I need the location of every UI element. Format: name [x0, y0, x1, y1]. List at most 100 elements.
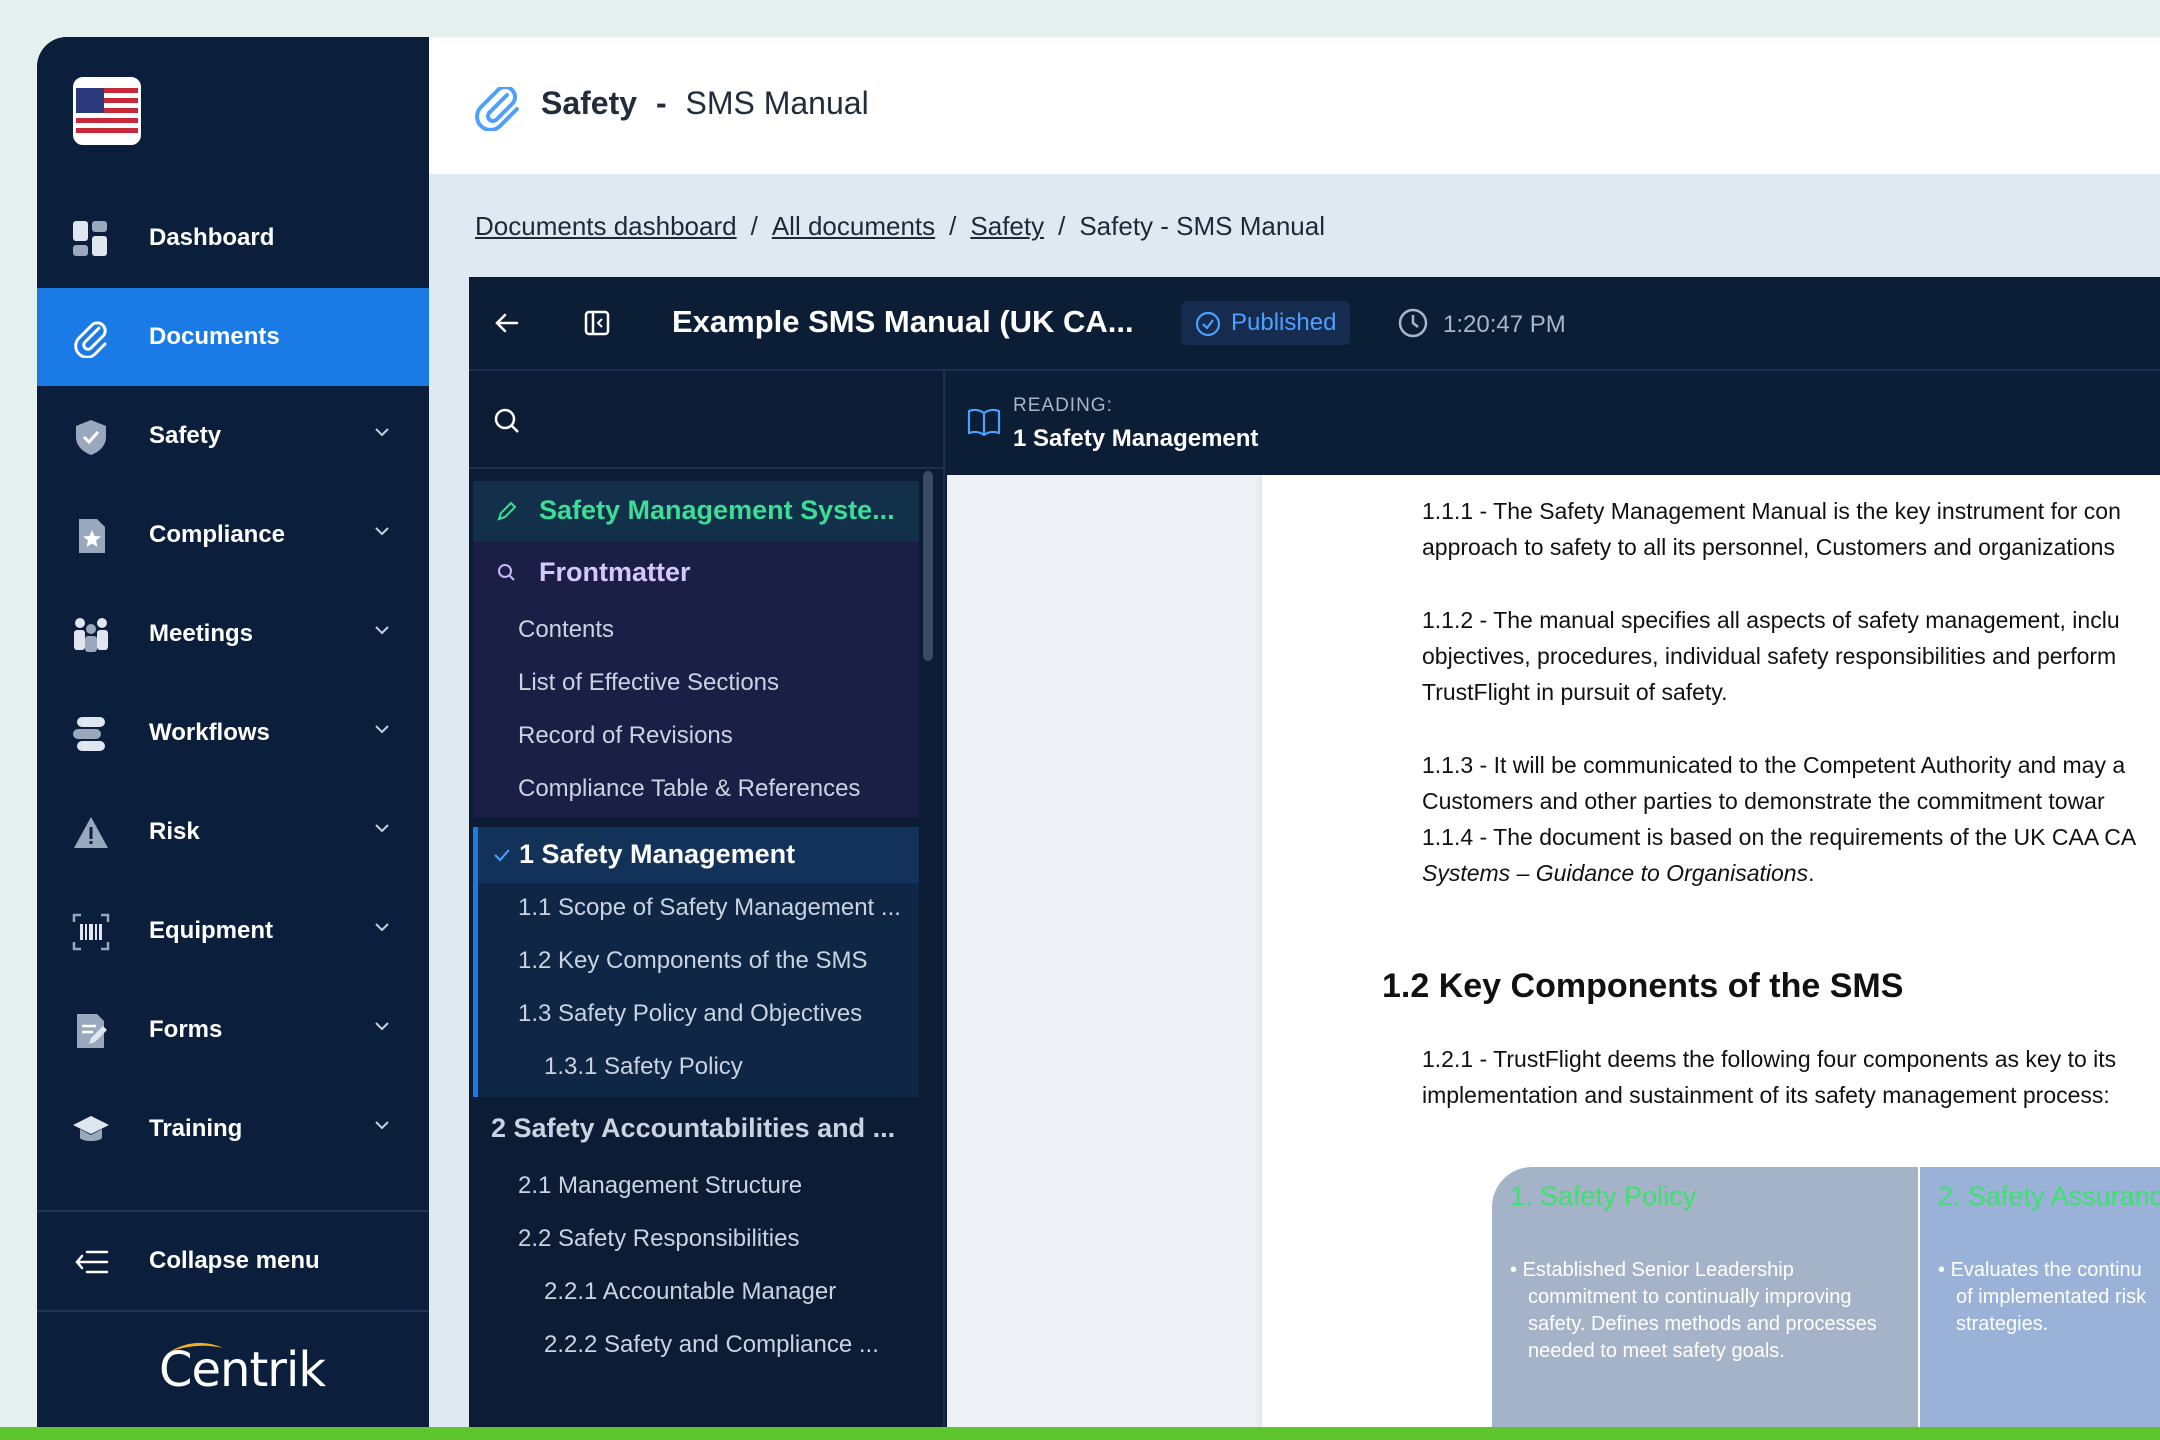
clock-icon — [1398, 308, 1428, 338]
page-area: 1.1.1 - The Safety Management Manual is … — [947, 475, 2160, 1429]
sidebar-item-forms[interactable]: Forms — [37, 981, 429, 1079]
paragraph-line: implementation and sustainment of its sa… — [1422, 1082, 2110, 1108]
breadcrumb-all-documents[interactable]: All documents — [772, 211, 935, 242]
check-icon — [494, 849, 510, 862]
breadcrumb-separator: / — [750, 211, 758, 241]
sidebar-item-label: Dashboard — [149, 224, 275, 251]
toc-item[interactable]: 1.3.1 Safety Policy — [544, 1053, 743, 1081]
paragraph-line: TrustFlight in pursuit of safety. — [1422, 679, 1728, 705]
toc-scrollbar[interactable] — [923, 471, 933, 661]
centrik-logo: Centrik — [159, 1342, 326, 1398]
card-title: 1. Safety Policy — [1510, 1181, 1697, 1211]
check-circle-icon — [1195, 311, 1221, 337]
paperclip-icon — [475, 87, 519, 131]
back-arrow-icon[interactable] — [493, 309, 521, 337]
time-text: 1:20:47 PM — [1443, 311, 1566, 338]
paragraph-end: . — [1808, 860, 1815, 886]
toc-item[interactable]: 2.2.1 Accountable Manager — [544, 1278, 836, 1306]
card-text: • Established Senior Leadership commitme… — [1510, 1257, 1877, 1365]
paragraph-line: 1.2.1 - TrustFlight deems the following … — [1422, 1046, 2117, 1072]
toc-item[interactable]: 1.3 Safety Policy and Objectives — [518, 1000, 862, 1028]
main-area: Safety - SMS Manual Documents dashboard … — [429, 37, 2160, 1435]
card-line: • Evaluates the continu — [1938, 1259, 2142, 1281]
sidebar-item-risk[interactable]: Risk — [37, 783, 429, 881]
card-line: safety. Defines methods and processes — [1528, 1313, 1877, 1335]
toc-item[interactable]: 2.2 Safety Responsibilities — [518, 1225, 799, 1253]
breadcrumb-separator: / — [949, 211, 957, 241]
status-badge: Published — [1181, 301, 1351, 345]
toc-search[interactable] — [469, 371, 943, 469]
toc-item[interactable]: Compliance Table & References — [518, 775, 860, 803]
book-open-icon — [967, 408, 1001, 437]
paragraph-line: 1.1.1 - The Safety Management Manual is … — [1422, 498, 2121, 524]
breadcrumb-safety[interactable]: Safety — [970, 211, 1044, 242]
sidebar-item-compliance[interactable]: Compliance — [37, 486, 429, 584]
chevron-down-icon — [375, 626, 389, 635]
toc-root[interactable]: Safety Management Syste... — [473, 481, 919, 541]
chevron-down-icon — [375, 527, 389, 536]
paragraph-line: objectives, procedures, individual safet… — [1422, 643, 2117, 669]
us-flag-icon[interactable] — [73, 77, 141, 145]
document-viewer: Example SMS Manual (UK CA... Published 1… — [469, 277, 2160, 1429]
sidebar-item-label: Training — [149, 1115, 243, 1142]
document-star-icon — [79, 519, 105, 553]
chevron-down-icon — [375, 725, 389, 734]
app-frame: Dashboard Documents Safety Compliance Me… — [37, 37, 2160, 1435]
sidebar-item-workflows[interactable]: Workflows — [37, 684, 429, 782]
paragraph-line: Systems – Guidance to Organisations. — [1422, 855, 1814, 891]
toc-frontmatter[interactable]: Frontmatter — [539, 557, 691, 588]
chevron-down-icon — [375, 1121, 389, 1130]
toggle-sidebar-icon[interactable] — [583, 309, 611, 337]
section-heading: 1.2 Key Components of the SMS — [1382, 967, 1904, 1005]
toc-item[interactable]: 1.2 Key Components of the SMS — [518, 947, 868, 975]
paperclip-icon — [74, 321, 107, 358]
toc-item[interactable]: Contents — [518, 616, 614, 644]
sidebar-item-meetings[interactable]: Meetings — [37, 585, 429, 683]
paragraph-line: 1.1.2 - The manual specifies all aspects… — [1422, 607, 2120, 633]
dashboard-icon — [73, 221, 107, 256]
reader-pane: READING: 1 Safety Management 1.1.1 - The… — [947, 371, 2160, 1429]
sidebar-item-label: Equipment — [149, 917, 273, 944]
sidebar-item-training[interactable]: Training — [37, 1080, 429, 1178]
toc-item[interactable]: 1.1 Scope of Safety Management ... — [518, 894, 901, 922]
chevron-down-icon — [375, 428, 389, 437]
toc-section-2[interactable]: 2 Safety Accountabilities and ... — [491, 1113, 895, 1144]
logo-swoosh-icon — [169, 1342, 223, 1352]
search-icon — [498, 564, 515, 581]
collapse-menu-button[interactable]: Collapse menu — [37, 1212, 429, 1310]
toc-section-1[interactable]: 1 Safety Management — [478, 827, 919, 883]
toc-item[interactable]: 2.1 Management Structure — [518, 1172, 802, 1200]
barcode-icon — [72, 913, 110, 951]
breadcrumb-separator: / — [1058, 211, 1066, 241]
breadcrumb-documents-dashboard[interactable]: Documents dashboard — [475, 211, 737, 242]
graduation-cap-icon — [73, 1116, 109, 1141]
sidebar-item-label: Safety — [149, 422, 222, 449]
document-title: Example SMS Manual (UK CA... — [672, 304, 1134, 339]
breadcrumb: Documents dashboard / All documents / Sa… — [475, 211, 1325, 242]
component-card: 1. Safety Policy • Established Senior Le… — [1492, 1167, 1918, 1429]
sidebar-item-dashboard[interactable]: Dashboard — [37, 189, 429, 287]
top-bar: Safety - SMS Manual — [429, 37, 2160, 174]
sidebar-item-documents[interactable]: Documents — [37, 288, 429, 386]
paragraph-line: approach to safety to all its personnel,… — [1422, 534, 2115, 560]
warning-icon — [74, 817, 108, 848]
meeting-people-icon — [74, 618, 108, 652]
document-page: 1.1.1 - The Safety Management Manual is … — [1262, 475, 2160, 1429]
shield-icon — [76, 420, 106, 455]
toc-item[interactable]: Record of Revisions — [518, 722, 733, 750]
status-text: Published — [1231, 309, 1337, 336]
sidebar-item-equipment[interactable]: Equipment — [37, 882, 429, 980]
toc-item[interactable]: 2.2.2 Safety and Compliance ... — [544, 1331, 879, 1359]
toc-root-label: Safety Management Syste... — [539, 495, 895, 525]
card-line: • Established Senior Leadership — [1510, 1259, 1794, 1281]
paragraph-line: Customers and other parties to demonstra… — [1422, 788, 2105, 814]
viewer-header: Example SMS Manual (UK CA... Published 1… — [469, 277, 2160, 371]
toc-item[interactable]: List of Effective Sections — [518, 669, 779, 697]
workflow-icon — [73, 717, 105, 751]
paragraph-line: 1.1.4 - The document is based on the req… — [1422, 824, 2137, 850]
paragraph-italic: Systems – Guidance to Organisations — [1422, 860, 1809, 886]
card-line: needed to meet safety goals. — [1528, 1340, 1785, 1362]
sidebar-item-safety[interactable]: Safety — [37, 387, 429, 485]
sidebar-item-label: Documents — [149, 323, 280, 350]
chevron-down-icon — [375, 923, 389, 932]
